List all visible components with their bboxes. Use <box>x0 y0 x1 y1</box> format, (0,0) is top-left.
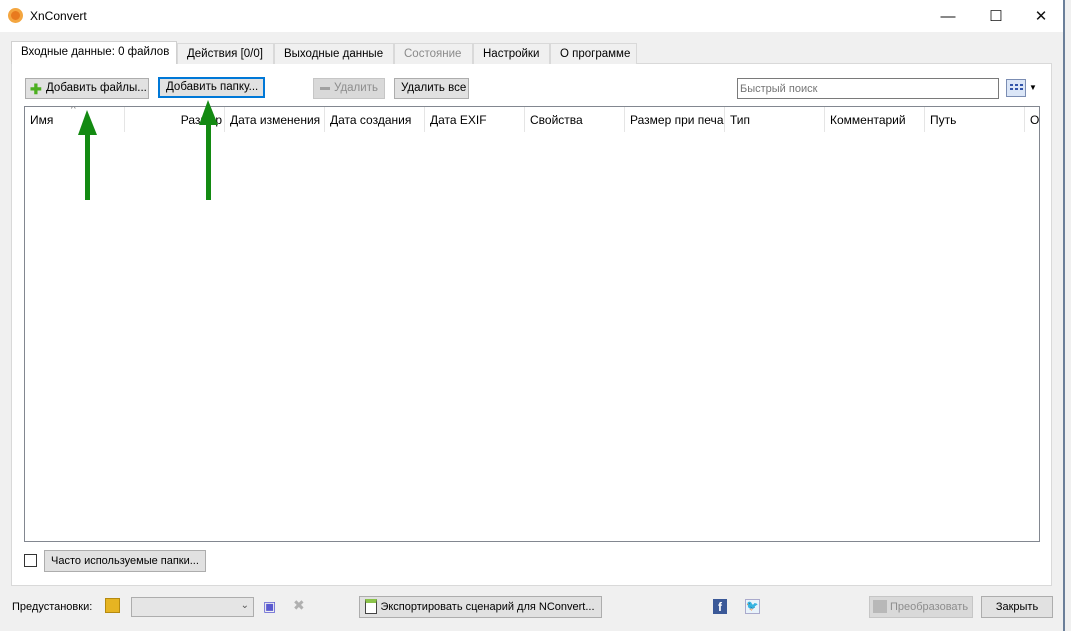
tab-input[interactable]: Входные данные: 0 файлов <box>11 41 177 64</box>
export-nconvert-button[interactable]: Экспортировать сценарий для NConvert... <box>359 596 602 618</box>
tab-status[interactable]: Состояние <box>394 43 473 64</box>
save-preset-icon[interactable]: ▣ <box>263 598 276 615</box>
column-header-print-size[interactable]: Размер при печа <box>625 107 725 132</box>
delete-preset-icon[interactable]: ✖ <box>293 597 305 614</box>
window-title: XnConvert <box>30 9 87 23</box>
column-header-properties[interactable]: Свойства <box>525 107 625 132</box>
column-header-created[interactable]: Дата создания <box>325 107 425 132</box>
column-header-comment[interactable]: Комментарий <box>825 107 925 132</box>
title-bar <box>0 0 1064 32</box>
convert-label: Преобразовать <box>890 600 969 613</box>
add-files-button[interactable]: Добавить файлы... <box>25 78 149 99</box>
column-header-more[interactable]: О <box>1025 107 1039 132</box>
facebook-icon[interactable]: f <box>713 599 727 614</box>
minus-icon <box>320 87 330 90</box>
app-logo-icon <box>8 8 23 23</box>
presets-label: Предустановки: <box>12 601 93 613</box>
tab-settings[interactable]: Настройки <box>473 43 550 64</box>
remove-all-button[interactable]: Удалить все <box>394 78 469 99</box>
presets-dropdown[interactable]: ⌄ <box>131 597 254 617</box>
minimize-button[interactable]: — <box>925 0 971 32</box>
quick-search-input[interactable] <box>737 78 999 99</box>
plus-icon: ✚ <box>30 81 42 97</box>
remove-label: Удалить <box>334 82 378 94</box>
frequent-folders-button[interactable]: Часто используемые папки... <box>44 550 206 572</box>
chevron-down-icon: ⌄ <box>240 600 249 611</box>
tab-output[interactable]: Выходные данные <box>274 43 394 64</box>
export-script-icon <box>365 599 377 614</box>
twitter-icon[interactable]: 🐦 <box>745 599 760 614</box>
add-folder-button[interactable]: Добавить папку... <box>158 77 265 98</box>
maximize-button[interactable]: ☐ <box>973 0 1019 32</box>
export-label: Экспортировать сценарий для NConvert... <box>380 600 595 613</box>
frequent-folders-checkbox[interactable] <box>24 554 37 567</box>
column-header-type[interactable]: Тип <box>725 107 825 132</box>
column-header-path[interactable]: Путь <box>925 107 1025 132</box>
column-header-exif-date[interactable]: Дата EXIF <box>425 107 525 132</box>
window-edge <box>1063 0 1065 631</box>
close-button[interactable]: Закрыть <box>981 596 1053 618</box>
sort-ascending-icon: ^ <box>71 106 76 115</box>
add-files-label: Добавить файлы... <box>46 82 147 94</box>
view-mode-dropdown-icon[interactable]: ▼ <box>1027 79 1039 97</box>
open-preset-folder-icon[interactable] <box>105 598 120 613</box>
tab-about[interactable]: О программе <box>550 43 637 64</box>
close-window-button[interactable]: ✕ <box>1018 0 1064 32</box>
view-mode-grid-icon[interactable] <box>1006 79 1026 97</box>
tab-actions[interactable]: Действия [0/0] <box>177 43 274 64</box>
convert-icon <box>873 600 887 613</box>
file-list[interactable]: Имя ^ Размер Дата изменения Дата создани… <box>24 106 1040 542</box>
column-header-modified[interactable]: Дата изменения <box>225 107 325 132</box>
column-header-size[interactable]: Размер <box>125 107 225 132</box>
